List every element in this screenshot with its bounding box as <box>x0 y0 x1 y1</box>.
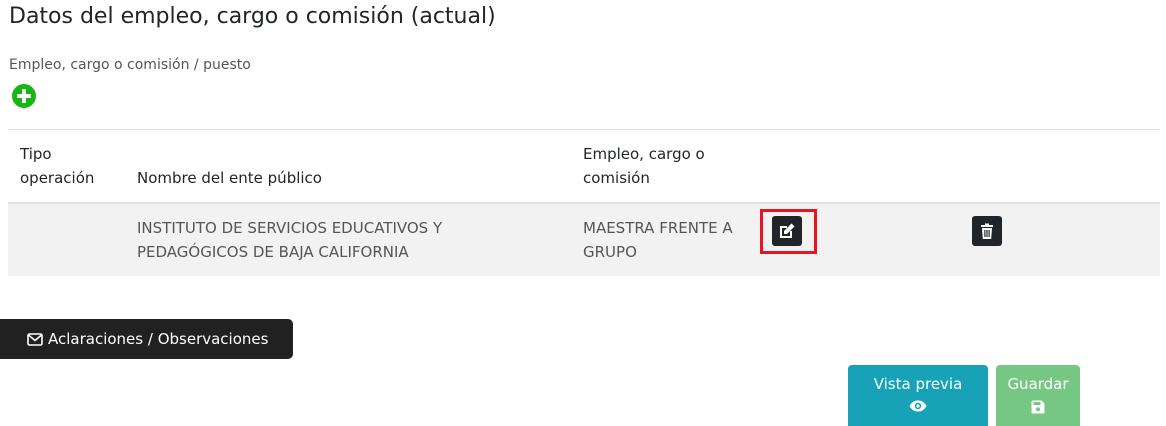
add-employment-button[interactable] <box>12 84 36 108</box>
envelope-icon <box>27 332 43 346</box>
employment-table: Tipo operación Nombre del ente público E… <box>8 129 1160 276</box>
notes-button[interactable]: Aclaraciones / Observaciones <box>0 319 293 359</box>
edit-button[interactable] <box>772 216 802 246</box>
notes-button-label: Aclaraciones / Observaciones <box>48 330 269 348</box>
page: Datos del empleo, cargo o comisión (actu… <box>0 0 1166 426</box>
save-button-label: Guardar <box>1007 375 1069 393</box>
edit-icon <box>780 223 795 238</box>
delete-button[interactable] <box>972 216 1002 246</box>
cell-empleo: MAESTRA FRENTE A GRUPO <box>583 219 733 261</box>
header-nombre-ente: Nombre del ente público <box>137 169 322 187</box>
save-button[interactable]: Guardar <box>996 365 1080 426</box>
section-title: Datos del empleo, cargo o comisión (actu… <box>9 4 496 29</box>
trash-icon <box>981 223 993 239</box>
table-row: INSTITUTO DE SERVICIOS EDUCATIVOS Y PEDA… <box>8 204 1160 276</box>
eye-icon <box>909 400 927 412</box>
table-header: Tipo operación Nombre del ente público E… <box>8 130 1160 204</box>
field-label: Empleo, cargo o comisión / puesto <box>9 57 251 73</box>
floppy-disk-icon <box>1031 400 1045 414</box>
header-empleo: Empleo, cargo o comisión <box>583 145 705 187</box>
preview-button-label: Vista previa <box>873 375 963 393</box>
header-tipo-operacion: Tipo operación <box>20 145 95 187</box>
preview-button[interactable]: Vista previa <box>848 365 988 426</box>
cell-nombre-ente: INSTITUTO DE SERVICIOS EDUCATIVOS Y PEDA… <box>137 219 443 261</box>
